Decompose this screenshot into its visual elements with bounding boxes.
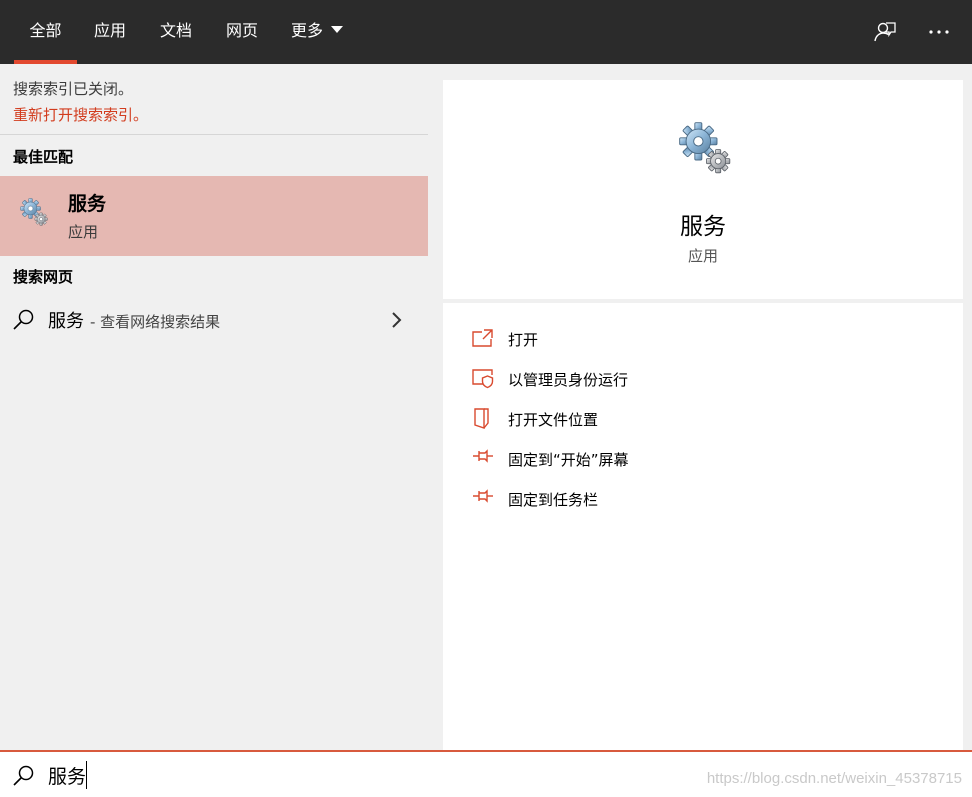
results-pane: 搜索索引已关闭。 重新打开搜索索引。 最佳匹配 服务 应用 搜索网页 服务 - … (0, 64, 428, 750)
tab-documents[interactable]: 文档 (150, 0, 202, 64)
app-actions-list: 打开 以管理员身份运行 打开文件位置 固定到“开始”屏幕 固定到任务栏 (443, 303, 963, 750)
action-run-as-admin-label: 以管理员身份运行 (508, 371, 629, 389)
web-search-header: 搜索网页 (13, 268, 74, 286)
tab-apps[interactable]: 应用 (84, 0, 136, 64)
tab-web[interactable]: 网页 (216, 0, 268, 64)
action-pin-to-taskbar[interactable]: 固定到任务栏 (471, 485, 931, 513)
action-pin-to-start[interactable]: 固定到“开始”屏幕 (471, 445, 931, 473)
tab-apps-label: 应用 (93, 21, 126, 40)
tab-more[interactable]: 更多 (284, 0, 350, 64)
chevron-right-icon[interactable] (390, 310, 404, 330)
search-icon (13, 309, 34, 330)
text-cursor (86, 761, 87, 789)
pin-taskbar-icon (473, 489, 493, 503)
tab-web-label: 网页 (225, 21, 258, 40)
chevron-down-icon (331, 26, 343, 33)
top-nav-bar: 全部 应用 文档 网页 更多 (0, 0, 972, 64)
tab-documents-label: 文档 (159, 21, 192, 40)
web-query-suffix: - 查看网络搜索结果 (90, 313, 221, 331)
action-open-file-location-label: 打开文件位置 (508, 411, 599, 429)
tab-more-label: 更多 (290, 21, 323, 40)
gears-icon (679, 122, 731, 174)
action-open[interactable]: 打开 (471, 325, 931, 353)
app-preview-card: 服务 应用 (443, 80, 963, 299)
action-pin-to-taskbar-label: 固定到任务栏 (508, 491, 599, 509)
app-title: 服务 (680, 214, 726, 240)
best-match-type: 应用 (68, 223, 99, 241)
action-run-as-admin[interactable]: 以管理员身份运行 (471, 365, 931, 393)
web-search-result[interactable]: 服务 - 查看网络搜索结果 (0, 300, 428, 340)
gears-icon (20, 198, 48, 226)
shield-admin-icon (472, 369, 494, 389)
watermark: https://blog.csdn.net/weixin_45378715 (706, 770, 962, 787)
pin-start-icon (473, 449, 493, 463)
best-match-header: 最佳匹配 (13, 148, 74, 166)
action-pin-to-start-label: 固定到“开始”屏幕 (508, 451, 629, 469)
search-icon (13, 765, 34, 786)
tab-all[interactable]: 全部 (14, 0, 77, 64)
more-options-icon[interactable] (926, 19, 952, 45)
action-open-file-location[interactable]: 打开文件位置 (471, 405, 931, 433)
file-location-icon (474, 408, 489, 429)
reopen-index-link[interactable]: 重新打开搜索索引。 (13, 104, 148, 125)
app-type: 应用 (687, 247, 718, 265)
tab-all-label: 全部 (29, 21, 62, 40)
search-input[interactable] (48, 760, 648, 790)
open-icon (472, 329, 493, 347)
feedback-icon[interactable] (872, 19, 898, 45)
best-match-name: 服务 (68, 193, 107, 215)
web-query-text: 服务 (48, 311, 84, 332)
best-match-item[interactable]: 服务 应用 (0, 176, 428, 256)
divider (0, 134, 428, 135)
action-open-label: 打开 (508, 331, 539, 349)
index-off-notice: 搜索索引已关闭。 (13, 80, 134, 98)
search-bar: https://blog.csdn.net/weixin_45378715 (0, 750, 972, 797)
